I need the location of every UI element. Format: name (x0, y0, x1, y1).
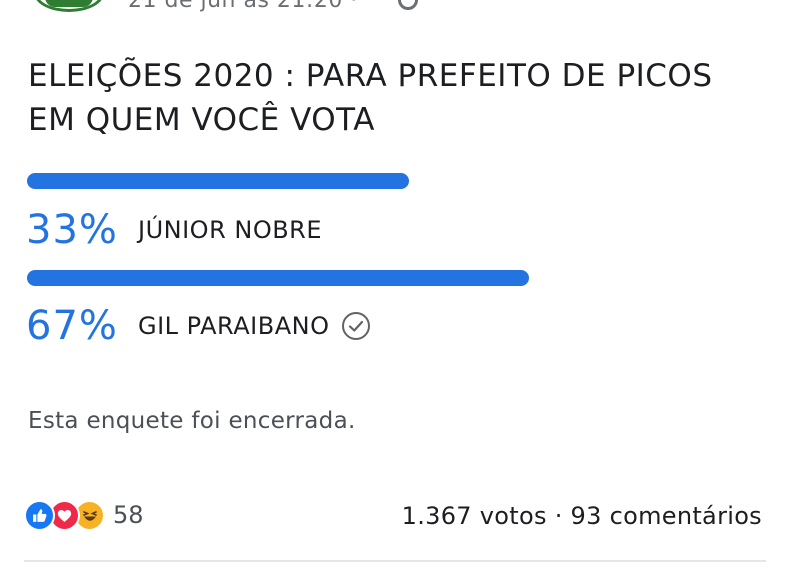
post-header: 21 de jun às 21:20 · (0, 0, 790, 22)
globe-icon (398, 0, 418, 10)
poll-question: ELEIÇÕES 2020 : PARA PREFEITO DE PICOS E… (28, 58, 713, 138)
poll-option-percent: 33% (26, 207, 118, 253)
poll-closed-note: Esta enquete foi encerrada. (28, 408, 356, 434)
post-footer: 58 1.367 votos · 93 comentários (0, 494, 790, 540)
poll-option-2[interactable]: 67% GIL PARAIBANO (26, 302, 371, 350)
poll-option-percent: 67% (26, 303, 118, 349)
avatar[interactable] (34, 0, 104, 12)
like-icon (24, 499, 55, 531)
poll-option-label: JÚNIOR NOBRE (138, 216, 323, 244)
poll-bar-option-1 (27, 173, 409, 189)
poll-bar-fill (27, 173, 409, 189)
poll-bar-fill (27, 270, 529, 286)
reactions-summary[interactable]: 58 (24, 498, 144, 532)
post-timestamp[interactable]: 21 de jun às 21:20 · (128, 0, 358, 13)
reaction-count: 58 (113, 501, 144, 529)
check-circle-icon (342, 312, 371, 340)
divider (24, 560, 766, 562)
poll-option-1[interactable]: 33% JÚNIOR NOBRE (26, 206, 322, 254)
poll-option-label: GIL PARAIBANO (138, 312, 330, 340)
poll-bar-option-2 (27, 270, 529, 286)
votes-comments-stats[interactable]: 1.367 votos · 93 comentários (402, 502, 762, 530)
